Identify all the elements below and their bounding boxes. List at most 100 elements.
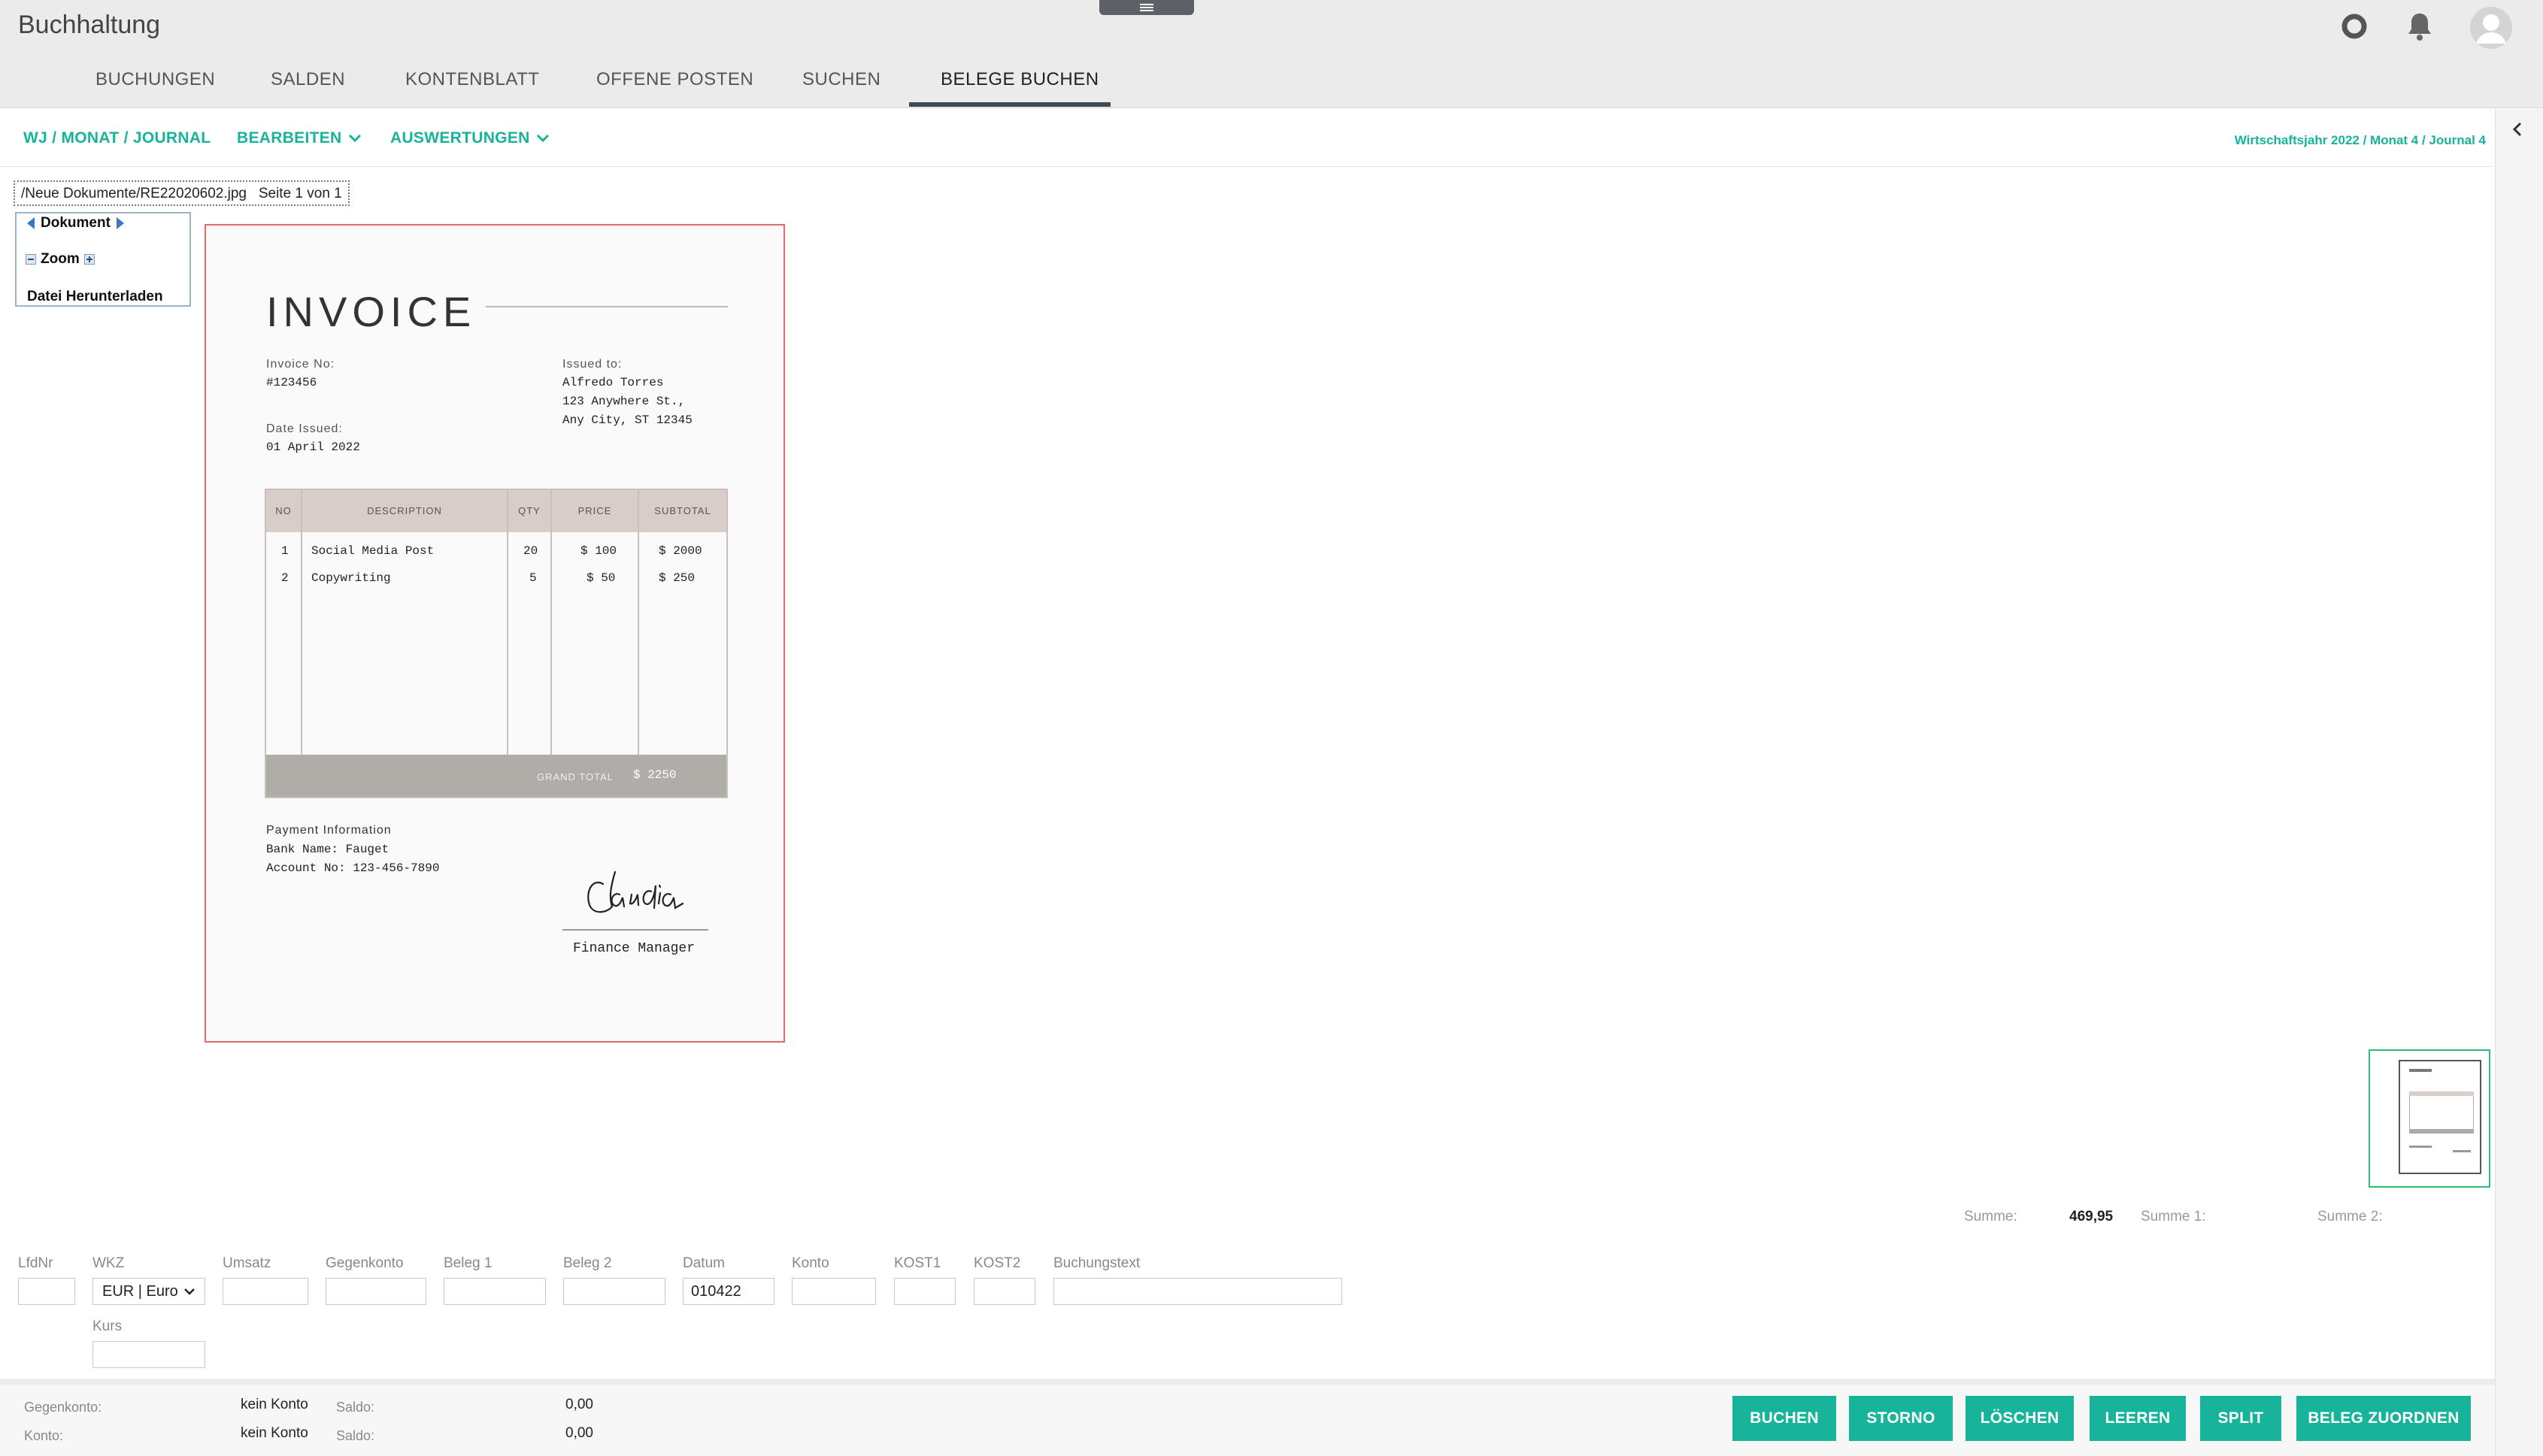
kost2-label: KOST2	[974, 1255, 1021, 1271]
beleg2-input[interactable]	[563, 1278, 665, 1305]
loeschen-button[interactable]: LÖSCHEN	[1966, 1396, 2074, 1441]
gegenkonto-footer-label: Gegenkonto:	[24, 1400, 102, 1415]
row-price: $ 50	[586, 571, 616, 585]
document-menu: Dokument Zoom Datei Herunterladen	[15, 212, 191, 307]
bell-icon[interactable]	[2405, 11, 2434, 46]
kurs-label: Kurs	[92, 1318, 123, 1334]
buchen-button[interactable]: BUCHEN	[1732, 1396, 1836, 1441]
col-divider	[301, 490, 302, 797]
beleg1-label: Beleg 1	[444, 1255, 493, 1271]
grand-total-label: GRAND TOTAL	[537, 771, 614, 782]
beleg-zuordnen-button[interactable]: BELEG ZUORDNEN	[2296, 1396, 2471, 1441]
saldo-label: Saldo:	[336, 1400, 375, 1415]
bank-name: Bank Name: Fauget	[266, 843, 389, 856]
grand-total-value: $ 2250	[633, 768, 677, 782]
help-ring-icon[interactable]	[2341, 14, 2367, 43]
issued-to-street: 123 Anywhere St.,	[562, 395, 686, 408]
row-subtotal: $ 2000	[659, 544, 702, 558]
zoom-in-icon[interactable]	[83, 254, 95, 265]
umsatz-label: Umsatz	[223, 1255, 271, 1271]
toolbar-divider	[0, 166, 2493, 167]
arrow-left-icon[interactable]	[26, 216, 36, 230]
download-file-link[interactable]: Datei Herunterladen	[27, 289, 163, 305]
right-side-panel	[2495, 109, 2543, 1456]
kost2-input[interactable]	[974, 1278, 1035, 1305]
app-header: Buchhaltung BUCHUNGEN SALDEN KONTENBLATT…	[0, 0, 2543, 108]
konto-label: Konto	[792, 1255, 829, 1271]
lfdnr-input[interactable]	[18, 1278, 75, 1305]
konto-footer-label: Konto:	[24, 1428, 64, 1443]
page-indicator: Seite 1 von 1	[258, 186, 342, 201]
summe1-label: Summe 1:	[2141, 1209, 2206, 1224]
tab-belege-buchen[interactable]: BELEGE BUCHEN	[941, 69, 1099, 90]
date-issued: 01 April 2022	[266, 440, 360, 454]
gegenkonto-footer-value: kein Konto	[241, 1397, 308, 1412]
payment-info-label: Payment Information	[266, 824, 392, 837]
tab-kontenblatt[interactable]: KONTENBLATT	[405, 69, 539, 90]
row-no: 1	[281, 544, 289, 558]
journal-info[interactable]: Wirtschaftsjahr 2022 / Monat 4 / Journal…	[2235, 133, 2486, 148]
active-tab-indicator	[909, 102, 1111, 107]
account-no: Account No: 123-456-7890	[266, 861, 440, 875]
zoom-label: Zoom	[41, 251, 80, 267]
grand-total-bar: GRAND TOTAL $ 2250	[266, 755, 726, 797]
invoice-document-image: INVOICE Invoice No: #123456 Date Issued:…	[205, 224, 785, 1043]
zoom-out-icon[interactable]	[26, 254, 36, 265]
buchungstext-label: Buchungstext	[1053, 1255, 1141, 1271]
chevron-left-icon[interactable]	[2512, 121, 2523, 138]
summe2-label: Summe 2:	[2317, 1209, 2383, 1224]
gegenkonto-input[interactable]	[326, 1278, 426, 1305]
arrow-right-icon[interactable]	[115, 216, 126, 230]
signature	[582, 861, 702, 922]
umsatz-input[interactable]	[223, 1278, 308, 1305]
row-price: $ 100	[580, 544, 617, 558]
page-thumbnail[interactable]	[2369, 1049, 2490, 1188]
thumbnail-page	[2399, 1060, 2481, 1174]
menu-handle[interactable]	[1099, 0, 1194, 15]
document-path-bar: /Neue Dokumente/RE22020602.jpg Seite 1 v…	[14, 180, 350, 206]
invoice-no: #123456	[266, 376, 317, 389]
tab-buchungen[interactable]: BUCHUNGEN	[95, 69, 215, 90]
gegenkonto-label: Gegenkonto	[326, 1255, 404, 1271]
signer-title: Finance Manager	[573, 941, 696, 956]
split-button[interactable]: SPLIT	[2200, 1396, 2281, 1441]
summe-label: Summe:	[1964, 1209, 2017, 1224]
date-issued-label: Date Issued:	[266, 422, 343, 435]
document-path: /Neue Dokumente/RE22020602.jpg	[21, 186, 247, 201]
row-no: 2	[281, 571, 289, 585]
col-description: DESCRIPTION	[367, 505, 442, 516]
chevron-down-icon	[184, 1288, 195, 1295]
leeren-button[interactable]: LEEREN	[2090, 1396, 2186, 1441]
app-title: Buchhaltung	[18, 11, 161, 39]
konto-input[interactable]	[792, 1278, 876, 1305]
wj-monat-journal-menu[interactable]: WJ / MONAT / JOURNAL	[23, 129, 211, 147]
row-description: Copywriting	[311, 571, 391, 585]
row-description: Social Media Post	[311, 544, 435, 558]
storno-button[interactable]: STORNO	[1849, 1396, 1953, 1441]
tab-salden[interactable]: SALDEN	[271, 69, 345, 90]
signature-line	[562, 929, 708, 931]
col-no: NO	[275, 505, 292, 516]
col-qty: QTY	[518, 505, 541, 516]
buchungstext-input[interactable]	[1053, 1278, 1342, 1305]
tab-suchen[interactable]: SUCHEN	[802, 69, 881, 90]
wkz-select[interactable]: EUR | Euro	[92, 1278, 205, 1305]
lfdnr-label: LfdNr	[18, 1255, 53, 1271]
auswertungen-label: AUSWERTUNGEN	[390, 129, 530, 147]
issued-to-city: Any City, ST 12345	[562, 413, 693, 427]
issued-to-name: Alfredo Torres	[562, 376, 664, 389]
bearbeiten-menu[interactable]: BEARBEITEN	[237, 129, 362, 147]
kost1-input[interactable]	[894, 1278, 956, 1305]
document-label: Dokument	[41, 215, 111, 231]
tab-offene-posten[interactable]: OFFENE POSTEN	[596, 69, 753, 90]
row-subtotal: $ 250	[659, 571, 696, 585]
auswertungen-menu[interactable]: AUSWERTUNGEN	[390, 129, 550, 147]
beleg1-input[interactable]	[444, 1278, 546, 1305]
col-divider	[507, 490, 508, 797]
col-subtotal: SUBTOTAL	[654, 505, 711, 516]
beleg2-label: Beleg 2	[563, 1255, 612, 1271]
kurs-input[interactable]	[92, 1341, 205, 1368]
saldo-value: 0,00	[565, 1425, 593, 1441]
datum-input[interactable]	[683, 1278, 774, 1305]
user-avatar-icon[interactable]	[2469, 6, 2513, 53]
